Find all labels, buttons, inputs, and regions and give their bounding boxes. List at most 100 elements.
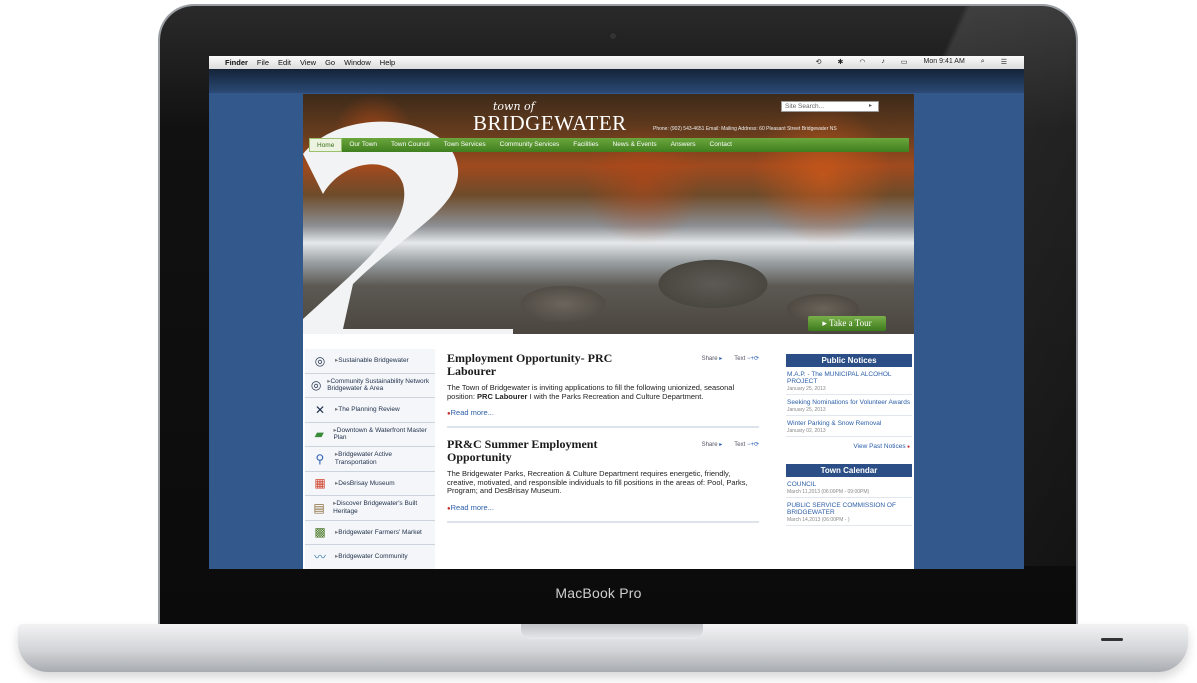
take-a-tour-label: Take a Tour: [829, 318, 872, 328]
sleep-indicator: [1101, 638, 1123, 641]
menu-help[interactable]: Help: [380, 58, 395, 67]
desktop-background: [209, 69, 1024, 93]
sidebar-item-label: Community Sustainability Network Bridgew…: [327, 378, 435, 393]
menu-go[interactable]: Go: [325, 58, 335, 67]
sidebar-item-label: Bridgewater Community: [335, 553, 407, 561]
sidebar-item-built-heritage[interactable]: ▤ Discover Bridgewater's Built Heritage: [305, 496, 435, 521]
time-machine-icon[interactable]: ⟲: [816, 58, 822, 66]
museum-icon: ▦: [314, 476, 326, 491]
battery-icon[interactable]: ▭: [901, 58, 908, 66]
sidebar-item-desbrisay-museum[interactable]: ▦ DesBrisay Museum: [305, 471, 435, 496]
calendar-item[interactable]: PUBLIC SERVICE COMMISSION OF BRIDGEWATER…: [786, 498, 912, 526]
menu-view[interactable]: View: [300, 58, 316, 67]
text-size-label: Text: [734, 356, 746, 362]
nav-community-services[interactable]: Community Services: [493, 138, 567, 152]
nav-news-events[interactable]: News & Events: [606, 138, 664, 152]
menu-edit[interactable]: Edit: [278, 58, 291, 67]
calendar-item[interactable]: COUNCIL March 11,2013 (06:00PM - 09:00PM…: [786, 477, 912, 498]
sidebar-item-label: Sustainable Bridgewater: [335, 357, 408, 365]
bluetooth-icon[interactable]: ✱: [837, 58, 843, 66]
sidebar-item-farmers-market[interactable]: ▩ Bridgewater Farmers' Market: [305, 520, 435, 545]
clock[interactable]: Mon 9:41 AM: [924, 58, 965, 66]
notice-item[interactable]: Seeking Nominations for Volunteer Awards…: [786, 395, 912, 416]
sidebar-item-community[interactable]: 〰 Bridgewater Community: [305, 545, 435, 569]
take-a-tour-button[interactable]: ▸ Take a Tour: [808, 316, 886, 331]
calendar-event-title[interactable]: PUBLIC SERVICE COMMISSION OF BRIDGEWATER: [787, 502, 911, 516]
menubar-status: ⟲ ✱ ◠ ♪ ▭ Mon 9:41 AM ⌕ ☰: [816, 58, 1016, 66]
heritage-icon: ▤: [313, 500, 325, 515]
arrows-icon: ✕: [314, 402, 326, 417]
notice-title[interactable]: Seeking Nominations for Volunteer Awards: [787, 399, 911, 406]
site-logo[interactable]: BRIDGEWATER: [473, 111, 627, 136]
sidebar-item-label: DesBrisay Museum: [335, 480, 394, 488]
view-past-notices-link[interactable]: View Past Notices: [786, 443, 910, 450]
calendar-event-date: March 11,2013 (06:00PM - 09:00PM): [787, 489, 870, 495]
article-body-suffix: I with the Parks Recreation and Culture …: [529, 391, 704, 401]
sidebar-item-downtown-waterfront[interactable]: ▰ Downtown & Waterfront Master Plan: [305, 422, 435, 447]
market-icon: ▩: [314, 525, 326, 540]
nav-town-services[interactable]: Town Services: [437, 138, 493, 152]
nav-home[interactable]: Home: [309, 138, 343, 152]
quick-links-sidebar: ◎ Sustainable Bridgewater ◎ Community Su…: [305, 349, 435, 569]
article-body: The Bridgewater Parks, Recreation & Cult…: [447, 469, 748, 495]
nav-answers[interactable]: Answers: [664, 138, 703, 152]
sidebar-item-label: Bridgewater Active Transportation: [335, 451, 435, 466]
sidebar-item-label: Discover Bridgewater's Built Heritage: [333, 500, 435, 515]
nav-town-council[interactable]: Town Council: [384, 138, 437, 152]
share-button[interactable]: Share ▸: [702, 355, 723, 362]
notice-item[interactable]: Winter Parking & Snow Removal January 02…: [786, 416, 912, 437]
read-more-link[interactable]: Read more...: [447, 503, 759, 512]
text-size-control[interactable]: Text −+⟳: [734, 441, 759, 448]
article-title[interactable]: PR&C Summer Employment Opportunity: [447, 438, 657, 464]
read-more-link[interactable]: Read more...: [447, 408, 759, 417]
wifi-icon[interactable]: ◠: [859, 58, 865, 66]
screen: Finder File Edit View Go Window Help ⟲ ✱…: [209, 56, 1024, 569]
share-icon: ▸: [719, 442, 723, 448]
sidebar-item-community-sustainability[interactable]: ◎ Community Sustainability Network Bridg…: [305, 373, 435, 398]
article-body-bold: PRC Labourer: [477, 391, 528, 401]
lid-notch: [521, 624, 703, 639]
article-title[interactable]: Employment Opportunity- PRC Labourer: [447, 352, 657, 378]
contact-line: Phone: (902) 543-4651 Email: Mailing Add…: [653, 126, 837, 132]
text-size-control[interactable]: Text −+⟳: [734, 355, 759, 362]
town-calendar-title: Town Calendar: [786, 464, 912, 477]
sidebar-item-label: Downtown & Waterfront Master Plan: [334, 427, 435, 442]
notification-center-icon[interactable]: ☰: [1001, 58, 1007, 66]
text-size-icon: −+⟳: [746, 442, 759, 448]
share-icon: ▸: [719, 356, 723, 362]
camera-icon: [610, 33, 616, 39]
share-button[interactable]: Share ▸: [702, 441, 723, 448]
notice-date: January 25, 2013: [787, 386, 826, 392]
notice-title[interactable]: M.A.P. - The MUNICIPAL ALCOHOL PROJECT: [787, 371, 911, 385]
news-article: Employment Opportunity- PRC Labourer Sha…: [447, 352, 759, 428]
spiral-icon: ◎: [310, 378, 322, 393]
news-column: Employment Opportunity- PRC Labourer Sha…: [447, 352, 759, 533]
notice-title[interactable]: Winter Parking & Snow Removal: [787, 420, 911, 427]
sidebar-item-sustainable-bridgewater[interactable]: ◎ Sustainable Bridgewater: [305, 349, 435, 374]
menu-window[interactable]: Window: [344, 58, 371, 67]
notice-date: January 25, 2013: [787, 407, 826, 413]
public-notices-title: Public Notices: [786, 354, 912, 367]
map-icon: ▰: [314, 427, 324, 442]
sidebar-item-active-transportation[interactable]: ⚲ Bridgewater Active Transportation: [305, 447, 435, 472]
nav-contact[interactable]: Contact: [703, 138, 739, 152]
menu-app-name[interactable]: Finder: [225, 58, 248, 67]
header-banner: town of BRIDGEWATER Site Search... ▸ Pho…: [303, 94, 914, 334]
menu-file[interactable]: File: [257, 58, 269, 67]
community-icon: 〰: [313, 549, 326, 564]
main-nav: Home Our Town Town Council Town Services…: [309, 138, 909, 152]
brand-label: MacBook Pro: [555, 585, 642, 601]
spotlight-icon[interactable]: ⌕: [981, 58, 985, 66]
nav-facilities[interactable]: Facilities: [566, 138, 605, 152]
nav-our-town[interactable]: Our Town: [342, 138, 384, 152]
calendar-event-title[interactable]: COUNCIL: [787, 481, 911, 488]
volume-icon[interactable]: ♪: [881, 58, 885, 66]
notice-date: January 02, 2013: [787, 428, 826, 434]
sidebar-item-planning-review[interactable]: ✕ The Planning Review: [305, 398, 435, 423]
article-body: The Town of Bridgewater is inviting appl…: [447, 383, 759, 401]
text-size-icon: −+⟳: [746, 356, 759, 362]
article-tools: Share ▸ Text −+⟳: [702, 441, 759, 448]
search-go-icon[interactable]: ▸: [869, 102, 872, 109]
notice-item[interactable]: M.A.P. - The MUNICIPAL ALCOHOL PROJECT J…: [786, 367, 912, 395]
site-search-input[interactable]: Site Search...: [781, 101, 879, 112]
